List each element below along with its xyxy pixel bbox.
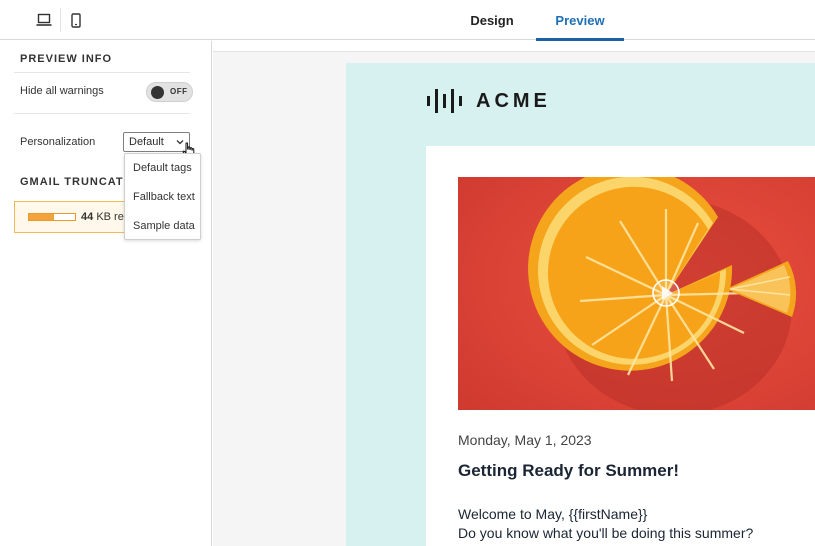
personalization-selected-value: Default bbox=[129, 136, 164, 148]
toggle-knob bbox=[151, 86, 164, 99]
preview-info-heading: PREVIEW INFO bbox=[20, 53, 113, 65]
dropdown-option-sample-data[interactable]: Sample data bbox=[125, 212, 200, 241]
mobile-icon bbox=[71, 12, 81, 28]
email-heading: Getting Ready for Summer! bbox=[458, 461, 680, 480]
toggle-state-label: OFF bbox=[170, 87, 188, 96]
hero-video-thumbnail[interactable] bbox=[458, 177, 815, 410]
gmail-size-bar-fill bbox=[29, 214, 55, 220]
section-divider bbox=[14, 72, 190, 73]
preview-sidebar: PREVIEW INFO Hide all warnings OFF Perso… bbox=[0, 41, 212, 546]
gmail-size-number: 44 bbox=[81, 211, 94, 223]
dropdown-option-default-tags[interactable]: Default tags bbox=[125, 154, 200, 183]
brand-name: ACME bbox=[476, 89, 551, 112]
tab-design[interactable]: Design bbox=[462, 0, 522, 40]
personalization-label: Personalization bbox=[20, 136, 96, 148]
section-divider bbox=[14, 113, 190, 114]
tab-preview[interactable]: Preview bbox=[536, 0, 624, 41]
soundwave-logo-icon bbox=[427, 89, 462, 113]
top-bar: Design Preview bbox=[0, 0, 815, 41]
orange-slices-image bbox=[458, 177, 815, 410]
personalization-select[interactable]: Default bbox=[123, 132, 190, 152]
acme-logo: ACME bbox=[426, 88, 551, 114]
hide-warnings-label: Hide all warnings bbox=[20, 85, 104, 97]
email-body-line: Welcome to May, {{firstName}} bbox=[458, 506, 648, 522]
gmail-size-text: 44 KB ren bbox=[81, 211, 130, 223]
gmail-size-bar bbox=[28, 213, 76, 221]
device-toggle-divider bbox=[60, 8, 61, 32]
email-date: Monday, May 1, 2023 bbox=[458, 432, 592, 448]
mobile-preview-button[interactable] bbox=[63, 8, 89, 32]
personalization-dropdown: Default tags Fallback text Sample data bbox=[124, 153, 201, 240]
dropdown-option-fallback-text[interactable]: Fallback text bbox=[125, 183, 200, 212]
email-body-line: Do you know what you'll be doing this su… bbox=[458, 525, 754, 541]
laptop-icon bbox=[36, 13, 52, 26]
hide-warnings-toggle[interactable]: OFF bbox=[146, 82, 193, 102]
play-icon bbox=[652, 279, 680, 307]
desktop-preview-button[interactable] bbox=[31, 8, 57, 32]
